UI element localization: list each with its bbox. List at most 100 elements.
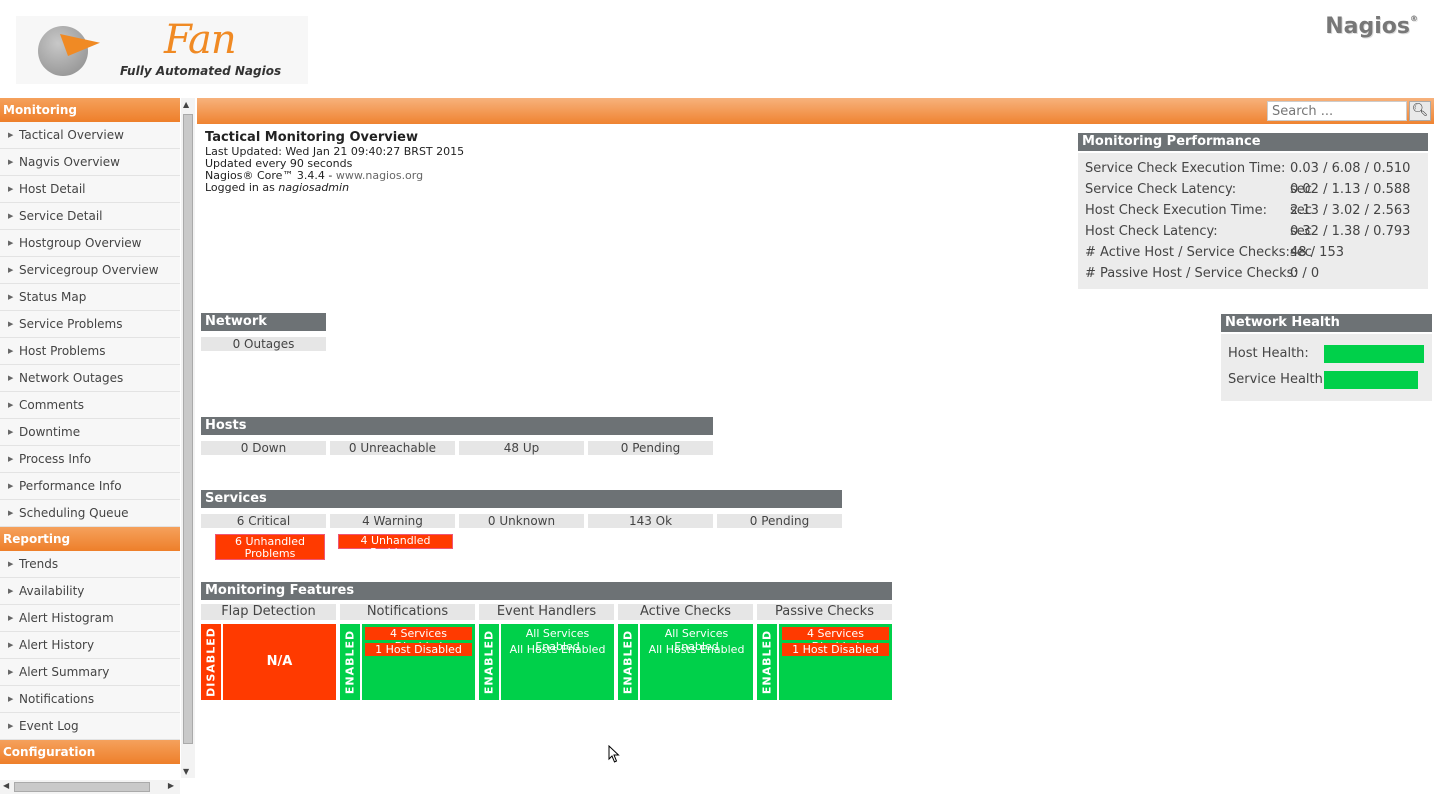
outages-title: Network Outages bbox=[201, 313, 326, 347]
page-title: Tactical Monitoring Overview bbox=[205, 130, 418, 145]
hosts-pending[interactable]: 0 Pending bbox=[588, 441, 713, 455]
feature-state-toggle[interactable]: ENABLED bbox=[757, 624, 777, 700]
performance-row: Host Check Latency: 0.32 / 1.38 / 0.793 s… bbox=[1085, 221, 1422, 260]
feature-status-line[interactable]: 1 Host Disabled bbox=[782, 643, 889, 656]
sidebar-section-configuration[interactable]: Configuration bbox=[0, 740, 180, 764]
sidebar-item-downtime[interactable]: ▶ Downtime bbox=[0, 419, 180, 446]
overview-info: Tactical Monitoring Overview Last Update… bbox=[205, 130, 464, 194]
services-critical[interactable]: 6 Critical bbox=[201, 514, 326, 528]
feature-header: Active Checks bbox=[618, 604, 753, 620]
sidebar-item-host-problems[interactable]: ▶ Host Problems bbox=[0, 338, 180, 365]
sidebar-item-label: Availability bbox=[19, 584, 85, 598]
sidebar-vertical-scrollbar[interactable]: ▲ ▼ bbox=[181, 98, 195, 778]
sidebar-item-hostgroup-overview[interactable]: ▶ Hostgroup Overview bbox=[0, 230, 180, 257]
feature-status-line[interactable]: All Services Enabled bbox=[504, 627, 611, 653]
feature-status-box[interactable]: All Services Enabled All Hosts Enabled bbox=[640, 624, 753, 700]
sidebar-item-label: Service Detail bbox=[19, 209, 103, 223]
feature-status-box[interactable]: All Services Enabled All Hosts Enabled bbox=[501, 624, 614, 700]
performance-value[interactable]: 48 / 153 bbox=[1290, 242, 1344, 263]
feature-state-label: ENABLED bbox=[343, 629, 357, 695]
sidebar-item-label: Service Problems bbox=[19, 317, 123, 331]
sidebar-item-alert-histogram[interactable]: ▶ Alert Histogram bbox=[0, 605, 180, 632]
feature-state-toggle[interactable]: ENABLED bbox=[340, 624, 360, 700]
sidebar-item-alert-history[interactable]: ▶ Alert History bbox=[0, 632, 180, 659]
sidebar-item-host-detail[interactable]: ▶ Host Detail bbox=[0, 176, 180, 203]
sidebar-item-label: Event Log bbox=[19, 719, 79, 733]
hosts-down[interactable]: 0 Down bbox=[201, 441, 326, 455]
feature-status-box[interactable]: 4 Services Disabled1 Host Disabled bbox=[779, 624, 892, 700]
services-pending[interactable]: 0 Pending bbox=[717, 514, 842, 528]
performance-title: Monitoring Performance bbox=[1078, 133, 1428, 151]
sidebar-item-availability[interactable]: ▶ Availability bbox=[0, 578, 180, 605]
sidebar-item-comments[interactable]: ▶ Comments bbox=[0, 392, 180, 419]
sidebar-item-label: Scheduling Queue bbox=[19, 506, 129, 520]
performance-value[interactable]: 0 / 0 bbox=[1290, 263, 1319, 284]
hosts-up[interactable]: 48 Up bbox=[459, 441, 584, 455]
feature-status-box[interactable]: N/A bbox=[223, 624, 336, 700]
chevron-right-icon: ▶ bbox=[8, 320, 14, 328]
sidebar-section-monitoring[interactable]: Monitoring bbox=[0, 98, 180, 122]
logged-in-line: Logged in as nagiosadmin bbox=[205, 182, 464, 194]
scroll-right-icon[interactable]: ▶ bbox=[168, 781, 174, 790]
feature-state-toggle[interactable]: ENABLED bbox=[479, 624, 499, 700]
sidebar-item-alert-summary[interactable]: ▶ Alert Summary bbox=[0, 659, 180, 686]
search-input[interactable] bbox=[1267, 101, 1407, 121]
brand-name: Nagios bbox=[1325, 14, 1410, 39]
outages-value[interactable]: 0 Outages bbox=[201, 337, 326, 351]
sidebar-item-event-log[interactable]: ▶ Event Log bbox=[0, 713, 180, 740]
feature-status-line[interactable]: All Hosts Enabled bbox=[504, 643, 611, 656]
chevron-right-icon: ▶ bbox=[8, 722, 14, 730]
scroll-up-icon[interactable]: ▲ bbox=[183, 100, 189, 109]
top-bar: 🔍︎ bbox=[197, 98, 1434, 124]
feature-status-line[interactable]: 4 Services Disabled bbox=[365, 627, 472, 653]
scrollbar-thumb[interactable] bbox=[183, 114, 193, 744]
sidebar-item-notifications[interactable]: ▶ Notifications bbox=[0, 686, 180, 713]
username: nagiosadmin bbox=[278, 181, 350, 194]
feature-status-line[interactable]: 1 Host Disabled bbox=[365, 643, 472, 656]
search-button[interactable]: 🔍︎ bbox=[1409, 101, 1431, 121]
feature-state-toggle[interactable]: ENABLED bbox=[618, 624, 638, 700]
services-panel: Services 6 Critical 4 Warning 0 Unknown … bbox=[201, 490, 842, 560]
scroll-left-icon[interactable]: ◀ bbox=[3, 781, 9, 790]
sidebar-section-reporting[interactable]: Reporting bbox=[0, 527, 180, 551]
hosts-unreachable[interactable]: 0 Unreachable bbox=[330, 441, 455, 455]
sidebar-item-trends[interactable]: ▶ Trends bbox=[0, 551, 180, 578]
services-warning[interactable]: 4 Warning bbox=[330, 514, 455, 528]
sidebar-item-tactical-overview[interactable]: ▶ Tactical Overview bbox=[0, 122, 180, 149]
nagios-brand[interactable]: Nagios® bbox=[1325, 14, 1418, 39]
sidebar-item-network-outages[interactable]: ▶ Network Outages bbox=[0, 365, 180, 392]
feature-status-line[interactable]: All Hosts Enabled bbox=[643, 643, 750, 656]
chevron-right-icon: ▶ bbox=[8, 401, 14, 409]
health-body: Host Health: Service Health: bbox=[1221, 334, 1432, 401]
sidebar-item-status-map[interactable]: ▶ Status Map bbox=[0, 284, 180, 311]
scroll-down-icon[interactable]: ▼ bbox=[183, 767, 189, 776]
sidebar-item-process-info[interactable]: ▶ Process Info bbox=[0, 446, 180, 473]
network-health-panel: Network Health Host Health: Service Heal… bbox=[1221, 314, 1432, 401]
warning-unhandled-problems-button[interactable]: 4 Unhandled Problems bbox=[338, 534, 453, 559]
sidebar-item-service-problems[interactable]: ▶ Service Problems bbox=[0, 311, 180, 338]
chevron-right-icon: ▶ bbox=[8, 509, 14, 517]
sidebar: Monitoring ▶ Tactical Overview ▶ Nagvis Over… bbox=[0, 98, 180, 774]
sidebar-item-performance-info[interactable]: ▶ Performance Info bbox=[0, 473, 180, 500]
feature-state-toggle[interactable]: DISABLED bbox=[201, 624, 221, 700]
chevron-right-icon: ▶ bbox=[8, 668, 14, 676]
logo-tagline: Fully Automated Nagios bbox=[120, 64, 282, 78]
sidebar-item-servicegroup-overview[interactable]: ▶ Servicegroup Overview bbox=[0, 257, 180, 284]
feature-status-text: N/A bbox=[266, 654, 293, 669]
performance-row: Service Check Execution Time: 0.03 / 6.08… bbox=[1085, 158, 1422, 197]
fan-logo[interactable]: Fan Fully Automated Nagios bbox=[16, 16, 308, 84]
sidebar-item-service-detail[interactable]: ▶ Service Detail bbox=[0, 203, 180, 230]
services-ok[interactable]: 143 Ok bbox=[588, 514, 713, 528]
sidebar-item-scheduling-queue[interactable]: ▶ Scheduling Queue bbox=[0, 500, 180, 527]
sidebar-item-nagvis-overview[interactable]: ▶ Nagvis Overview bbox=[0, 149, 180, 176]
sidebar-horizontal-scrollbar[interactable]: ◀ ▶ bbox=[0, 780, 180, 794]
services-unknown[interactable]: 0 Unknown bbox=[459, 514, 584, 528]
feature-status-line[interactable]: 4 Services Disabled bbox=[782, 627, 889, 653]
scrollbar-thumb[interactable] bbox=[14, 782, 150, 792]
feature-status-line[interactable]: All Services Enabled bbox=[643, 627, 750, 653]
critical-unhandled-problems-button[interactable]: 6 Unhandled Problems bbox=[215, 534, 325, 560]
health-title: Network Health bbox=[1221, 314, 1432, 332]
host-health-label: Host Health: bbox=[1228, 346, 1309, 361]
sidebar-item-label: Performance Info bbox=[19, 479, 122, 493]
feature-status-box[interactable]: 4 Services Disabled1 Host Disabled bbox=[362, 624, 475, 700]
